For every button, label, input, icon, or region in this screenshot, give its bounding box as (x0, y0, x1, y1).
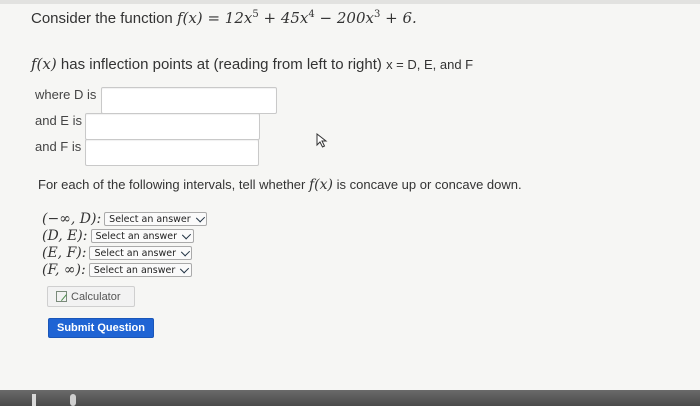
mouse-cursor-icon (316, 133, 328, 148)
calculator-label: Calculator (71, 290, 121, 303)
taskbar (0, 390, 700, 406)
function-statement: Consider the function f(x) = 12x5 + 45x4… (31, 9, 417, 27)
answer-d-label: where D is (35, 87, 97, 103)
interval-2-select[interactable]: Select an answer (90, 229, 194, 243)
interval-row-4: (F, ∞): Select an answer (42, 262, 192, 278)
interval-2-selected: Select an answer (95, 230, 178, 242)
interval-1-label: (−∞, D): (42, 211, 102, 227)
taskbar-icon[interactable] (32, 394, 36, 406)
inflection-vars: x = D, E, and F (386, 57, 474, 72)
calculator-button[interactable]: Calculator (47, 286, 135, 307)
interval-3-label: (E, F): (42, 245, 87, 261)
term-2: + 45x (263, 9, 309, 27)
calculator-icon (56, 291, 67, 302)
concavity-prompt-b: is concave up or concave down. (336, 177, 522, 192)
equals-sign: = (207, 9, 221, 27)
answer-d-input[interactable] (101, 87, 277, 114)
chevron-down-icon (180, 246, 191, 257)
submit-question-button[interactable]: Submit Question (48, 318, 154, 338)
interval-row-2: (D, E): Select an answer (42, 228, 194, 244)
term-1: 12x (224, 9, 253, 27)
inflection-fx: f(x) (31, 55, 57, 73)
term-4: + 6. (385, 9, 417, 27)
function-lhs: f(x) (176, 9, 203, 27)
interval-2-label: (D, E): (42, 228, 88, 244)
chevron-down-icon (180, 263, 190, 274)
inflection-text: has inflection points at (reading from l… (60, 56, 382, 73)
concavity-prompt-a: For each of the following intervals, tel… (38, 177, 306, 192)
interval-4-selected: Select an answer (93, 264, 176, 276)
interval-1-select[interactable]: Select an answer (104, 212, 208, 226)
interval-4-label: (F, ∞): (42, 262, 86, 278)
chevron-down-icon (195, 212, 206, 223)
interval-4-select[interactable]: Select an answer (88, 263, 192, 277)
interval-row-1: (−∞, D): Select an answer (42, 211, 208, 227)
term-3-exponent: 3 (373, 9, 381, 20)
inflection-statement: f(x) has inflection points at (reading f… (31, 55, 473, 73)
question-panel: Consider the function f(x) = 12x5 + 45x4… (0, 0, 700, 390)
concavity-prompt: For each of the following intervals, tel… (38, 177, 522, 193)
answer-f-input[interactable] (85, 139, 259, 166)
answer-row-e: and E is (35, 112, 82, 128)
answer-e-input[interactable] (85, 113, 260, 140)
interval-3-selected: Select an answer (94, 247, 176, 259)
intro-text: Consider the function (31, 10, 173, 27)
answer-e-label: and E is (35, 113, 82, 129)
answer-row-d: where D is (35, 86, 96, 102)
term-3: − 200x (319, 9, 374, 27)
answer-row-f: and F is (35, 138, 81, 154)
term-2-exponent: 4 (308, 9, 315, 20)
term-1-exponent: 5 (252, 9, 259, 20)
interval-3-select[interactable]: Select an answer (89, 246, 193, 260)
chevron-down-icon (181, 229, 192, 240)
concavity-fx: f(x) (308, 177, 333, 193)
taskbar-icon[interactable] (70, 394, 76, 406)
submit-label: Submit Question (57, 322, 145, 334)
interval-1-selected: Select an answer (109, 213, 191, 225)
top-divider (0, 0, 700, 4)
function-expression: f(x) = 12x5 + 45x4 − 200x3 + 6. (177, 9, 417, 27)
answer-f-label: and F is (35, 139, 82, 155)
interval-row-3: (E, F): Select an answer (42, 245, 193, 261)
